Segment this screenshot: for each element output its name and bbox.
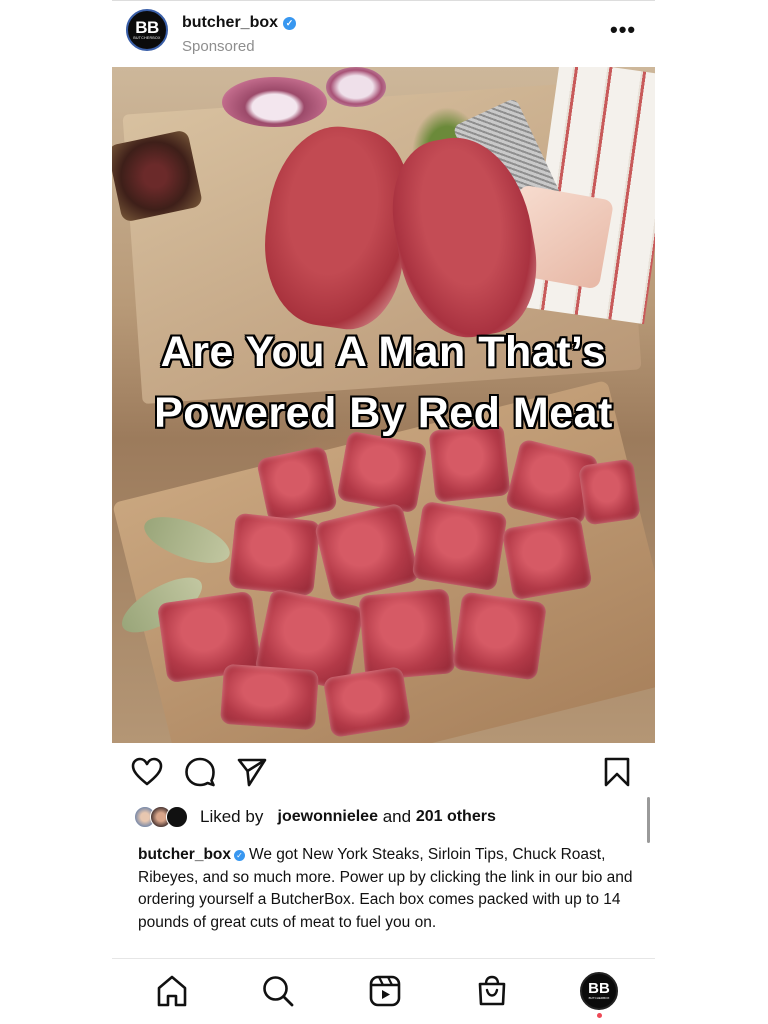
liker-avatars [134,805,192,829]
profile-avatar[interactable]: BB BUTCHERBOX [580,972,618,1010]
home-icon[interactable] [155,974,189,1008]
sponsored-label: Sponsored [182,38,255,55]
scrollbar[interactable] [647,797,650,843]
liker-avatar [166,806,188,828]
caption-username[interactable]: butcher_box [138,846,231,863]
meat-cube [451,591,548,681]
meat-cube [358,588,456,681]
meat-cube [411,500,508,592]
red-onion [326,67,386,107]
notification-dot [597,1013,602,1018]
profile-monogram: BB [588,980,610,997]
post-caption: butcher_box ✓ We got New York Steaks, Sirl… [138,844,638,934]
likes-count[interactable]: 201 others [416,808,496,826]
send-icon[interactable] [236,756,268,788]
more-options-icon[interactable]: ••• [610,19,636,41]
meat-cube [228,512,321,597]
nav-divider [112,958,655,959]
red-onion [222,77,327,127]
meat-cube [501,515,593,601]
brand-avatar[interactable]: BB BUTCHERBOX [126,9,168,51]
verified-badge-icon: ✓ [234,850,246,861]
instagram-post: BB BUTCHERBOX butcher_box ✓ Sponsored ••• [112,0,655,1024]
likes-conjunction: and [382,807,412,826]
liker-username[interactable]: joewonnielee [278,808,378,826]
meat-cube [322,666,412,738]
likes-summary[interactable]: Liked by joewonnielee and 201 others [134,804,496,830]
profile-subtext: BUTCHERBOX [588,996,610,1000]
liked-by-prefix: Liked by [200,807,264,826]
post-username[interactable]: butcher_box ✓ [182,14,297,32]
ad-headline: Are You A Man That’s Powered By Red Meat [154,328,613,437]
search-icon[interactable] [261,974,295,1008]
username-text[interactable]: butcher_box [182,14,278,31]
reels-icon[interactable] [368,974,402,1008]
heart-icon[interactable] [131,756,163,788]
top-divider [112,0,655,1]
verified-badge-icon: ✓ [283,17,297,30]
comment-icon[interactable] [184,756,216,788]
meat-cube [578,458,641,526]
meat-cube [220,663,319,731]
post-image[interactable]: Are You A Man That’s Powered By Red Meat [112,67,655,743]
shop-icon[interactable] [475,974,509,1008]
avatar-monogram: BB [135,17,159,37]
bookmark-icon[interactable] [601,756,633,788]
avatar-subtext: BUTCHERBOX [133,35,161,40]
